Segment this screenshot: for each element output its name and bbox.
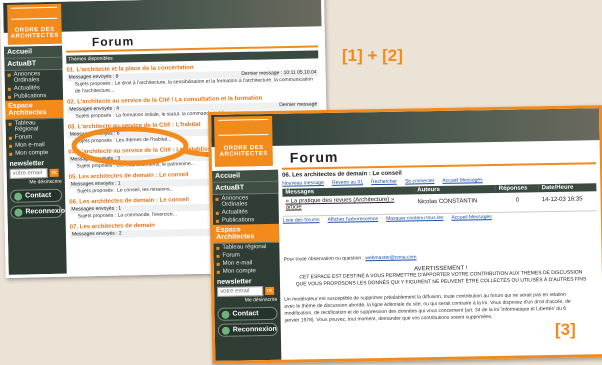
forum-nav-link[interactable]: Masquer contenu tous les: [386, 215, 443, 222]
forum-nav-link[interactable]: Afficher l'arborescence: [328, 216, 379, 223]
nav-item[interactable]: Publications: [213, 216, 279, 225]
nav-espace-architectes[interactable]: Espace Architectes: [212, 223, 280, 244]
newsletter-email-input[interactable]: [217, 286, 264, 297]
topic-item: 01. L'architecte et la place de la conce…: [66, 61, 319, 95]
forum-nav-link[interactable]: Se connecter: [405, 178, 435, 185]
nav-item[interactable]: Mon compte: [6, 149, 64, 158]
message-replies: 0: [515, 197, 520, 204]
topic-message-count: Messages envoyés : 2: [71, 230, 122, 238]
sidebar: Accueil ActuaBT Annonces Ordinales Actua…: [212, 169, 282, 361]
message-author: Nicolas CONSTANTIN: [417, 198, 478, 206]
topic-last-message: Dernier message: [279, 101, 318, 109]
unsubscribe-link[interactable]: Me désinscrire: [214, 296, 280, 305]
site-logo[interactable]: ORDRE DES ARCHITECTES: [214, 115, 273, 167]
forum-nav-link[interactable]: Accueil Messages: [451, 214, 491, 221]
forum-content: Forum 06. Les architectes de demain : Le…: [281, 144, 600, 359]
callout-label-3: [3]: [555, 320, 576, 339]
forum-nav-link[interactable]: Rechercher: [371, 179, 397, 185]
messages-table: Messages Auteurs Réponses Date/Heure » L…: [282, 183, 597, 212]
forum-nav-link[interactable]: Revenir au 01: [332, 179, 363, 186]
newsletter-ok-button[interactable]: ok: [265, 286, 275, 296]
callout-label-1-2: [1] + [2]: [342, 46, 403, 65]
message-date: 14-12-03 16:35: [541, 196, 583, 204]
nav-item[interactable]: Mon compte: [214, 267, 280, 276]
webmaster-email-link[interactable]: webmaster@cnoa.com: [365, 254, 416, 261]
logo-text-bottom: ARCHITECTES: [219, 150, 268, 158]
legal-text: Un modérateur est susceptible de supprim…: [284, 291, 571, 324]
forum-nav-link[interactable]: Accueil Messages: [442, 177, 482, 184]
nav-espace-architectes[interactable]: Espace Architectes: [5, 99, 64, 120]
logo-text-bottom: ARCHITECTES: [10, 32, 59, 40]
contact-button[interactable]: Contact: [217, 306, 278, 321]
newsletter-ok-button[interactable]: ok: [49, 168, 59, 177]
message-subject-link[interactable]: » La pratique des revues (Architecture) …: [282, 194, 414, 212]
site-logo[interactable]: ORDRE DES ARCHITECTES: [7, 3, 62, 45]
unsubscribe-link[interactable]: Me désinscrire: [7, 178, 65, 187]
reconnexion-button[interactable]: Reconnexion: [217, 322, 278, 337]
reconnexion-button[interactable]: Reconnexion: [10, 204, 69, 219]
sidebar: Accueil ActuaBT Annonces Ordinales Actua…: [3, 45, 69, 275]
nav-item[interactable]: Tableau Régional: [6, 119, 64, 134]
newsletter-email-input[interactable]: [9, 168, 48, 179]
nav-item[interactable]: Publications: [5, 92, 63, 101]
contact-button[interactable]: Contact: [9, 188, 63, 203]
forum-screenshot-2: ORDRE DES ARCHITECTES Accueil ActuaBT An…: [208, 105, 602, 364]
nav-item[interactable]: Annonces Ordinales: [4, 70, 62, 85]
forum-nav-link[interactable]: Nouveau message: [282, 180, 324, 187]
contact-text: Pour toute observation ou question :: [283, 255, 364, 263]
forum-nav-link[interactable]: Liste des forums: [283, 217, 320, 224]
nav-item[interactable]: Annonces Ordinales: [212, 194, 278, 209]
